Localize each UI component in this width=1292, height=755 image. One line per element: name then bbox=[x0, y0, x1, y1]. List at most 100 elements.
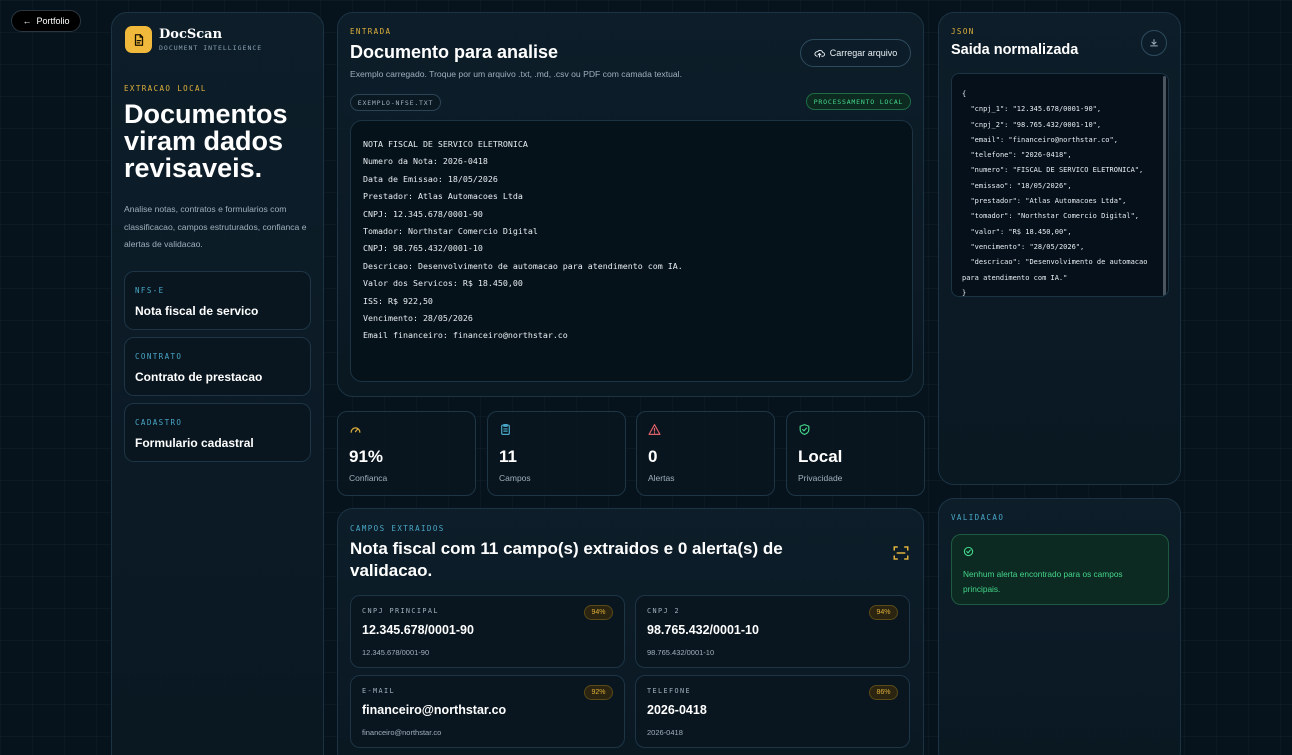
document-line: Descricao: Desenvolvimento de automacao … bbox=[363, 260, 683, 271]
confidence-badge: 92% bbox=[584, 685, 613, 700]
portfolio-back-button[interactable]: ← Portfolio bbox=[11, 10, 81, 32]
field-value: 12.345.678/0001-90 bbox=[362, 623, 474, 637]
document-line: Data de Emissao: 18/05/2026 bbox=[363, 173, 498, 184]
doc-type-label: Contrato de prestacao bbox=[135, 370, 263, 384]
warning-icon bbox=[648, 424, 661, 435]
stat-value: 0 bbox=[648, 447, 658, 466]
json-line: "vencimento": "28/05/2026", bbox=[962, 242, 1085, 251]
document-line: Valor dos Servicos: R$ 18.450,00 bbox=[363, 278, 523, 289]
field-raw: financeiro@northstar.co bbox=[362, 728, 442, 737]
json-line: "telefone": "2026-0418", bbox=[962, 151, 1072, 160]
stat-confianca: 91% Confianca bbox=[337, 411, 476, 496]
json-code-block[interactable]: { "cnpj_1": "12.345.678/0001-90", "cnpj_… bbox=[951, 73, 1169, 297]
doc-type-nfse[interactable]: NFS-E Nota fiscal de servico bbox=[124, 271, 311, 330]
doc-type-contrato[interactable]: CONTRATO Contrato de prestacao bbox=[124, 337, 311, 396]
field-name: E-MAIL bbox=[362, 687, 395, 695]
json-line: { bbox=[962, 90, 967, 98]
json-scrollbar[interactable] bbox=[1163, 76, 1166, 296]
document-line: Numero da Nota: 2026-0418 bbox=[363, 156, 488, 167]
json-title: Saida normalizada bbox=[951, 42, 1079, 58]
document-line: Prestador: Atlas Automacoes Ltda bbox=[363, 191, 523, 202]
file-name-badge: EXEMPLO-NFSE.TXT bbox=[350, 94, 441, 111]
portfolio-back-label: Portfolio bbox=[36, 16, 70, 26]
json-line: "cnpj_1": "12.345.678/0001-90", bbox=[962, 105, 1102, 114]
sidebar-panel: DocScan DOCUMENT INTELLIGENCE EXTRACAO L… bbox=[111, 12, 324, 755]
hero-title: Documentos viram dados revisaveis. bbox=[124, 99, 288, 183]
field-name: CNPJ PRINCIPAL bbox=[362, 607, 439, 615]
processing-badge: PROCESSAMENTO LOCAL bbox=[806, 93, 911, 110]
document-text-area[interactable]: NOTA FISCAL DE SERVICO ELETRONICA Numero… bbox=[350, 120, 913, 382]
field-value: financeiro@northstar.co bbox=[362, 703, 507, 717]
doc-type-cadastro[interactable]: CADASTRO Formulario cadastral bbox=[124, 403, 311, 462]
field-name: CNPJ 2 bbox=[647, 607, 680, 615]
document-line: Tomador: Northstar Comercio Digital bbox=[363, 226, 538, 237]
field-cnpj-principal[interactable]: CNPJ PRINCIPAL 94% 12.345.678/0001-90 12… bbox=[350, 595, 625, 668]
scan-frame-icon[interactable] bbox=[892, 544, 910, 562]
document-line: Vencimento: 28/05/2026 bbox=[363, 313, 473, 324]
input-eyebrow: ENTRADA bbox=[350, 27, 392, 36]
confidence-badge: 86% bbox=[869, 685, 898, 700]
validation-panel: VALIDACAO Nenhum alerta encontrado para … bbox=[938, 498, 1181, 755]
document-line: CNPJ: 12.345.678/0001-90 bbox=[363, 208, 483, 219]
stat-label: Privacidade bbox=[798, 473, 843, 483]
document-line: NOTA FISCAL DE SERVICO ELETRONICA bbox=[363, 139, 528, 149]
stat-privacidade: Local Privacidade bbox=[786, 411, 925, 496]
doc-type-tag: CADASTRO bbox=[135, 418, 183, 427]
document-scan-icon bbox=[134, 33, 143, 46]
stat-value: 11 bbox=[499, 447, 517, 466]
brand-logo bbox=[125, 26, 152, 53]
json-line: "numero": "FISCAL DE SERVICO ELETRONICA"… bbox=[962, 166, 1144, 175]
input-title: Documento para analise bbox=[350, 42, 559, 62]
clipboard-icon bbox=[501, 424, 510, 435]
document-line: ISS: R$ 922,50 bbox=[363, 295, 433, 306]
download-json-button[interactable] bbox=[1141, 30, 1167, 56]
stat-value: 91% bbox=[349, 447, 384, 466]
fields-eyebrow: CAMPOS EXTRAIDOS bbox=[350, 524, 445, 533]
stat-label: Alertas bbox=[648, 473, 675, 483]
field-telefone[interactable]: TELEFONE 86% 2026-0418 2026-0418 bbox=[635, 675, 910, 748]
stat-label: Confianca bbox=[349, 473, 388, 483]
confidence-badge: 94% bbox=[869, 605, 898, 620]
cloud-upload-icon bbox=[814, 49, 825, 58]
json-eyebrow: JSON bbox=[951, 27, 975, 36]
shield-check-icon bbox=[799, 424, 810, 435]
field-name: TELEFONE bbox=[647, 687, 691, 695]
stat-value: Local bbox=[798, 447, 843, 466]
brand-name: DocScan bbox=[159, 27, 223, 42]
doc-type-label: Formulario cadastral bbox=[135, 436, 254, 450]
json-line: "emissao": "18/05/2026", bbox=[962, 181, 1072, 190]
field-value: 2026-0418 bbox=[647, 703, 707, 717]
download-icon bbox=[1150, 39, 1158, 47]
json-line: } bbox=[962, 288, 967, 297]
json-line: "prestador": "Atlas Automacoes Ltda", bbox=[962, 197, 1127, 206]
hero-description: Analise notas, contratos e formularios c… bbox=[124, 204, 307, 249]
stat-alertas: 0 Alertas bbox=[636, 411, 775, 496]
brand-subtitle: DOCUMENT INTELLIGENCE bbox=[159, 44, 263, 52]
doc-type-label: Nota fiscal de servico bbox=[135, 304, 259, 318]
extracted-fields-panel: CAMPOS EXTRAIDOS Nota fiscal com 11 camp… bbox=[337, 508, 924, 755]
json-line: "email": "financeiro@northstar.co", bbox=[962, 135, 1118, 144]
json-line: "descricao": "Desenvolvimento de automac… bbox=[962, 258, 1152, 282]
validation-eyebrow: VALIDACAO bbox=[951, 513, 1005, 522]
field-email[interactable]: E-MAIL 92% financeiro@northstar.co finan… bbox=[350, 675, 625, 748]
field-raw: 2026-0418 bbox=[647, 728, 683, 737]
field-raw: 12.345.678/0001-90 bbox=[362, 648, 430, 657]
field-cnpj-2[interactable]: CNPJ 2 94% 98.765.432/0001-10 98.765.432… bbox=[635, 595, 910, 668]
json-line: "tomador": "Northstar Comercio Digital", bbox=[962, 212, 1140, 221]
document-line: CNPJ: 98.765.432/0001-10 bbox=[363, 243, 483, 254]
gauge-icon bbox=[350, 427, 361, 433]
upload-file-label: Carregar arquivo bbox=[829, 48, 898, 58]
validation-message: Nenhum alerta encontrado para os campos … bbox=[963, 569, 1123, 594]
fields-title: Nota fiscal com 11 campo(s) extraidos e … bbox=[350, 539, 783, 580]
input-subtitle: Exemplo carregado. Troque por um arquivo… bbox=[350, 69, 682, 79]
field-raw: 98.765.432/0001-10 bbox=[647, 648, 715, 657]
document-line: Email financeiro: financeiro@northstar.c… bbox=[363, 330, 568, 341]
doc-type-tag: CONTRATO bbox=[135, 352, 183, 361]
document-input-panel: ENTRADA Documento para analise Exemplo c… bbox=[337, 12, 924, 397]
check-circle-icon bbox=[963, 546, 974, 557]
stat-label: Campos bbox=[499, 473, 531, 483]
confidence-badge: 94% bbox=[584, 605, 613, 620]
validation-success-alert: Nenhum alerta encontrado para os campos … bbox=[951, 534, 1169, 605]
upload-file-button[interactable]: Carregar arquivo bbox=[800, 39, 911, 67]
doc-type-tag: NFS-E bbox=[135, 286, 165, 295]
